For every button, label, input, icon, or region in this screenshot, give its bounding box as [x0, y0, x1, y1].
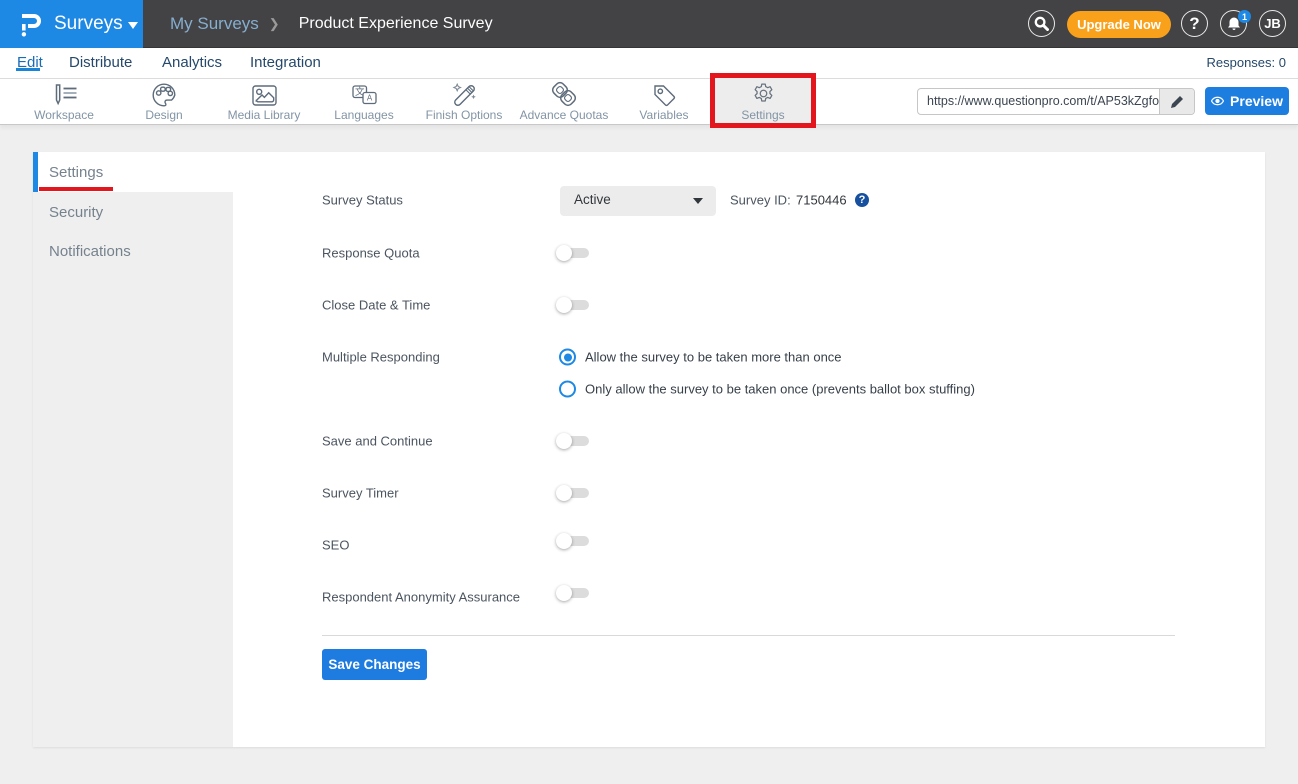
svg-text:A: A	[366, 93, 372, 102]
